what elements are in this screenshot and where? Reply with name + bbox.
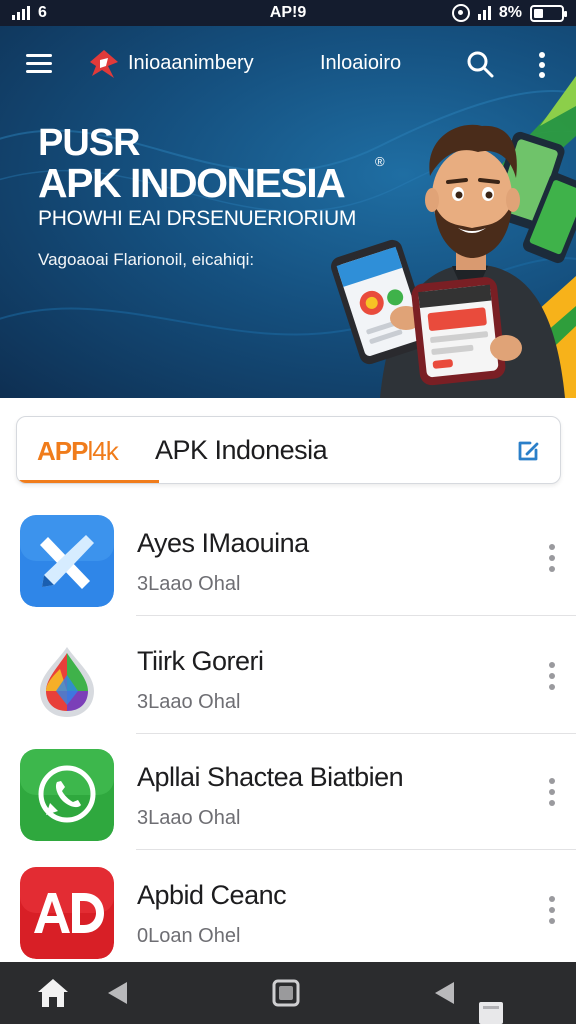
battery-icon [530,4,567,22]
wifi-signal-icon [477,6,491,20]
hero-subtitle: PHOWHI EAI DRSENUERIORIUM [38,207,357,230]
colorful-drop-app-icon [20,633,114,725]
hamburger-menu-icon[interactable] [26,54,52,74]
sync-icon [451,4,470,22]
search-field[interactable]: APPl4k APK Indonesia [16,416,561,484]
header-nav-link[interactable]: Inloaioiro [320,52,401,75]
back-icon[interactable] [100,976,136,1010]
overflow-menu-icon[interactable] [538,52,546,78]
list-item[interactable]: Ayes IMaouina 3Laao Ohal [0,500,576,616]
kebab-menu-icon[interactable] [546,778,558,810]
list-divider [136,849,576,850]
back-arrow-icon[interactable] [426,976,462,1010]
app-meta: 3Laao Ohal [137,807,241,829]
app-name: Ayes IMaouina [137,528,309,558]
battery-percent: 8% [498,4,522,21]
hero-illustration-man-with-phones [331,124,576,398]
hero-banner: Inioaanimbery Inloaioiro PUSR APK INDONE… [0,26,576,398]
whatsapp-phone-app-icon [20,749,114,841]
brand-logo-icon [90,50,118,78]
search-prefix-bold: APP [37,436,88,466]
app-name: Apbid Ceanc [137,880,287,910]
hero-description: Vagoaoai Flarionoil, eicahiqi: [38,250,255,269]
list-item[interactable]: Tiirk Goreri 3Laao Ohal [0,618,576,734]
blue-tools-app-icon [20,515,114,607]
kebab-menu-icon[interactable] [546,896,558,928]
search-icon[interactable] [466,50,494,78]
search-prefix: APPl4k [37,436,119,467]
edit-icon[interactable] [516,439,542,463]
list-item[interactable]: Apllai Shactea Biatbien 3Laao Ohal [0,734,576,850]
hero-kicker: PUSR [38,122,141,164]
home-icon[interactable] [35,976,71,1010]
app-name: Tiirk Goreri [137,646,264,676]
search-prefix-rest: l4k [87,436,118,466]
list-item[interactable]: Apbid Ceanc 0Loan Ohel [0,852,576,968]
app-name: Apllai Shactea Biatbien [137,762,404,792]
app-meta: 3Laao Ohal [137,691,241,713]
kebab-menu-icon[interactable] [546,544,558,576]
status-bar-right: 8% [451,0,567,26]
kebab-menu-icon[interactable] [546,662,558,694]
top-app-bar: Inioaanimbery Inloaioiro [0,36,576,90]
app-meta: 3Laao Ohal [137,573,241,595]
search-field-underline [17,480,159,483]
recents-square-icon[interactable] [268,976,304,1010]
keyboard-icon[interactable] [476,1000,506,1024]
brand-name: Inioaanimbery [128,52,254,74]
list-divider [136,615,576,616]
system-navigation-bar [0,962,576,1024]
red-ad-app-icon [20,867,114,959]
status-bar: 6 AP!9 8% [0,0,576,26]
app-meta: 0Loan Ohel [137,925,241,947]
hero-title: APK INDONESIA [38,160,346,206]
search-query-text: APK Indonesia [155,435,328,465]
